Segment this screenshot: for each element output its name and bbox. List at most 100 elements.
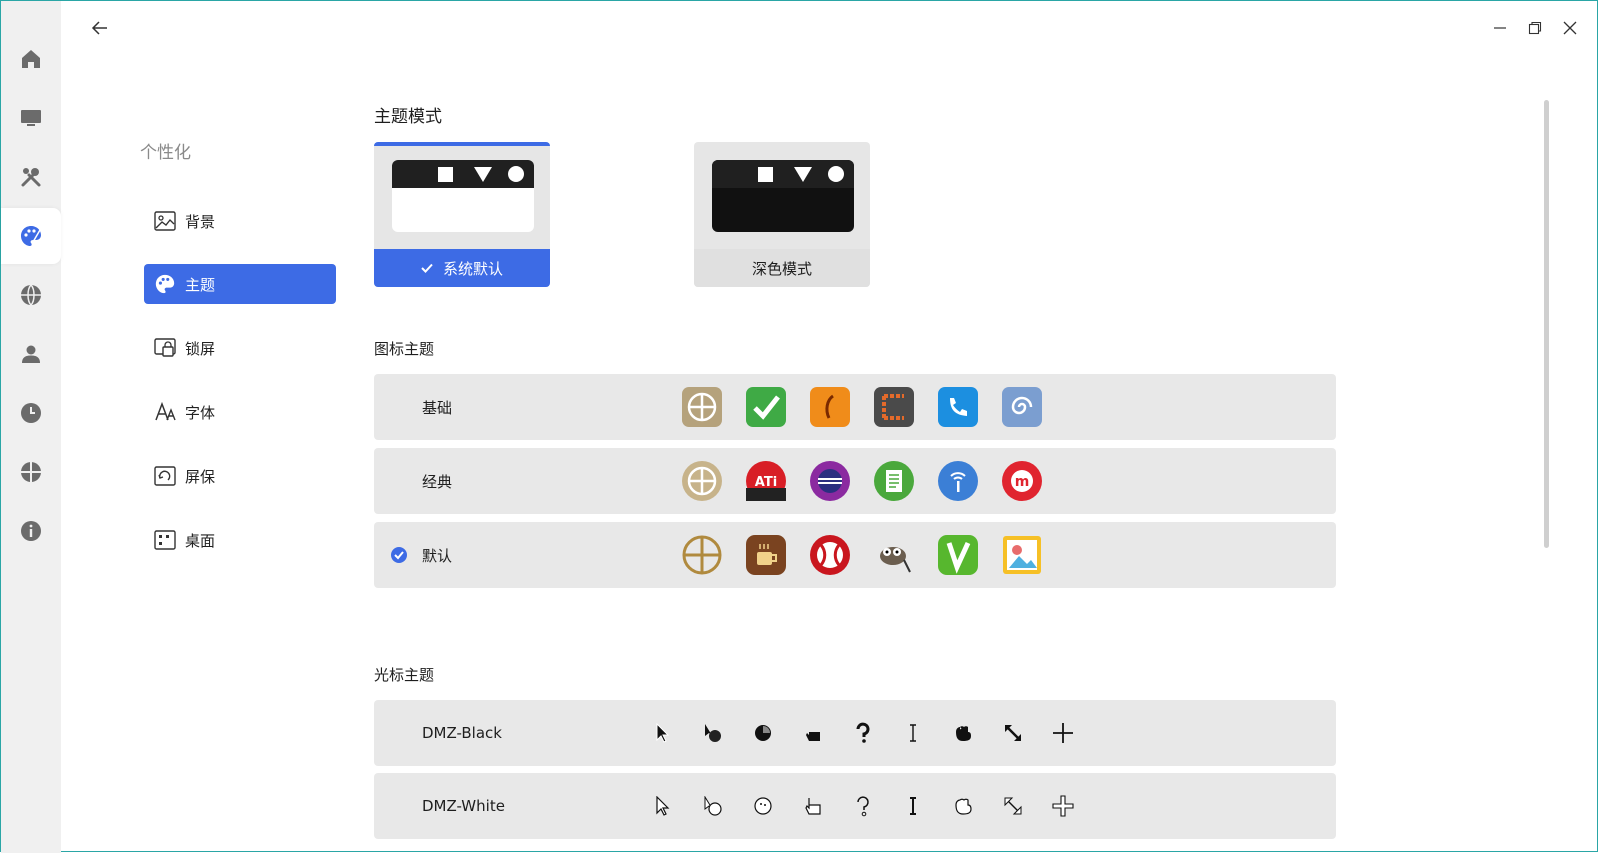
phone-blue-app-icon <box>936 385 980 429</box>
crosshair-cursor-icon <box>1050 720 1076 746</box>
ati-app-icon: ATi <box>744 459 788 503</box>
nav-item-label: 字体 <box>185 403 216 422</box>
nav-item-label: 屏保 <box>185 467 216 486</box>
gimp-app-icon <box>872 533 916 577</box>
icon-theme-row-classic[interactable]: 经典 ATi m <box>374 448 1336 514</box>
globe-icon <box>21 284 41 307</box>
left-rail <box>1 1 61 853</box>
swirl-app-icon <box>1000 385 1044 429</box>
rail-personalization[interactable] <box>1 208 61 264</box>
rail-datetime[interactable] <box>1 385 61 441</box>
phone-orange-app-icon <box>808 385 852 429</box>
triangle-shape <box>794 167 812 182</box>
icon-theme-name: 经典 <box>422 472 453 491</box>
grab-cursor-icon <box>950 720 976 746</box>
theme-option-label: 深色模式 <box>751 259 812 278</box>
restore-icon <box>1528 21 1542 35</box>
cursor-theme-title: 光标主题 <box>374 666 435 684</box>
nav-item-lockscreen[interactable]: 锁屏 <box>144 328 336 368</box>
theme-option-system-default[interactable]: 系统默认 <box>374 142 550 287</box>
m-app-icon: m <box>1000 459 1044 503</box>
crosshair-app-icon <box>680 459 724 503</box>
nav-item-background[interactable]: 背景 <box>144 201 336 241</box>
hand-cursor-icon <box>800 793 826 819</box>
text-cursor-icon <box>900 793 926 819</box>
nav-item-desktop[interactable]: 桌面 <box>144 520 336 560</box>
theme-option-label: 系统默认 <box>442 259 503 278</box>
nav-item-screensaver[interactable]: 屏保 <box>144 456 336 496</box>
theme-option-footer: 深色模式 <box>694 249 870 287</box>
theme-mode-title: 主题模式 <box>374 107 442 127</box>
document-app-icon <box>872 459 916 503</box>
cursor-theme-row-dmz-black[interactable]: DMZ-Black <box>374 700 1336 766</box>
icon-theme-name: 默认 <box>422 546 453 565</box>
selected-check-icon <box>391 547 407 563</box>
help-cursor-icon <box>850 720 876 746</box>
font-icon <box>153 400 177 424</box>
checkmark-app-icon <box>744 385 788 429</box>
ati-label: ATi <box>755 475 777 490</box>
theme-option-footer: 系统默认 <box>374 249 550 287</box>
circle-shape <box>828 166 844 182</box>
minimize-icon <box>1494 27 1506 29</box>
eclipse-app-icon <box>808 459 852 503</box>
rail-network[interactable] <box>1 267 61 323</box>
wait-cursor-icon <box>750 793 776 819</box>
lockscreen-icon <box>153 336 177 360</box>
rail-account[interactable] <box>1 326 61 382</box>
icon-theme-name: 基础 <box>422 398 453 417</box>
hand-cursor-icon <box>800 720 826 746</box>
nav-item-label: 背景 <box>185 212 216 231</box>
nav-item-font[interactable]: 字体 <box>144 392 336 432</box>
circle-shape <box>508 166 524 182</box>
home-icon <box>22 50 40 68</box>
image-icon <box>153 209 177 233</box>
rail-tools[interactable] <box>1 149 61 205</box>
icon-theme-row-default[interactable]: 默认 <box>374 522 1336 588</box>
busy-arrow-cursor-icon <box>700 793 726 819</box>
m-label: m <box>1015 474 1030 490</box>
rail-about[interactable] <box>1 503 61 559</box>
text-cursor-icon <box>900 720 926 746</box>
wait-cursor-icon <box>750 720 776 746</box>
resize-cursor-icon <box>1000 793 1026 819</box>
busy-arrow-cursor-icon <box>700 720 726 746</box>
restore-button[interactable] <box>1525 18 1545 38</box>
user-icon <box>22 345 40 363</box>
vim-app-icon <box>936 533 980 577</box>
nav-item-label: 桌面 <box>185 531 216 550</box>
back-button[interactable] <box>88 16 112 40</box>
desktop-grid-icon <box>153 528 177 552</box>
crosshair-cursor-icon <box>1050 793 1076 819</box>
scrollbar[interactable] <box>1544 100 1549 548</box>
arrow-cursor-icon <box>650 793 676 819</box>
cursor-theme-row-dmz-white[interactable]: DMZ-White <box>374 773 1336 839</box>
icon-theme-title: 图标主题 <box>374 340 435 358</box>
theme-preview-dark <box>712 160 854 232</box>
theme-option-dark[interactable]: 深色模式 <box>694 142 870 287</box>
palette-icon <box>21 226 41 246</box>
minimize-button[interactable] <box>1490 18 1510 38</box>
nav-item-label: 主题 <box>185 275 216 294</box>
display-icon <box>21 110 41 126</box>
square-shape <box>438 167 453 182</box>
image-viewer-app-icon <box>1000 533 1044 577</box>
close-icon <box>1563 21 1577 35</box>
frame-app-icon <box>872 385 916 429</box>
grab-cursor-icon <box>950 793 976 819</box>
rail-display[interactable] <box>1 90 61 146</box>
nav-title: 个性化 <box>140 143 191 163</box>
nav-item-theme[interactable]: 主题 <box>144 264 336 304</box>
clock-icon <box>21 403 41 423</box>
check-icon <box>421 263 433 273</box>
triangle-shape <box>474 167 492 182</box>
signal-app-icon <box>936 459 980 503</box>
icon-theme-row-basic[interactable]: 基础 <box>374 374 1336 440</box>
baseball-app-icon <box>808 533 852 577</box>
network-icon <box>21 462 41 482</box>
close-button[interactable] <box>1560 18 1580 38</box>
rail-update[interactable] <box>1 444 61 500</box>
rail-home[interactable] <box>1 31 61 87</box>
crosshair-app-icon <box>680 385 724 429</box>
crosshair-app-icon <box>680 533 724 577</box>
